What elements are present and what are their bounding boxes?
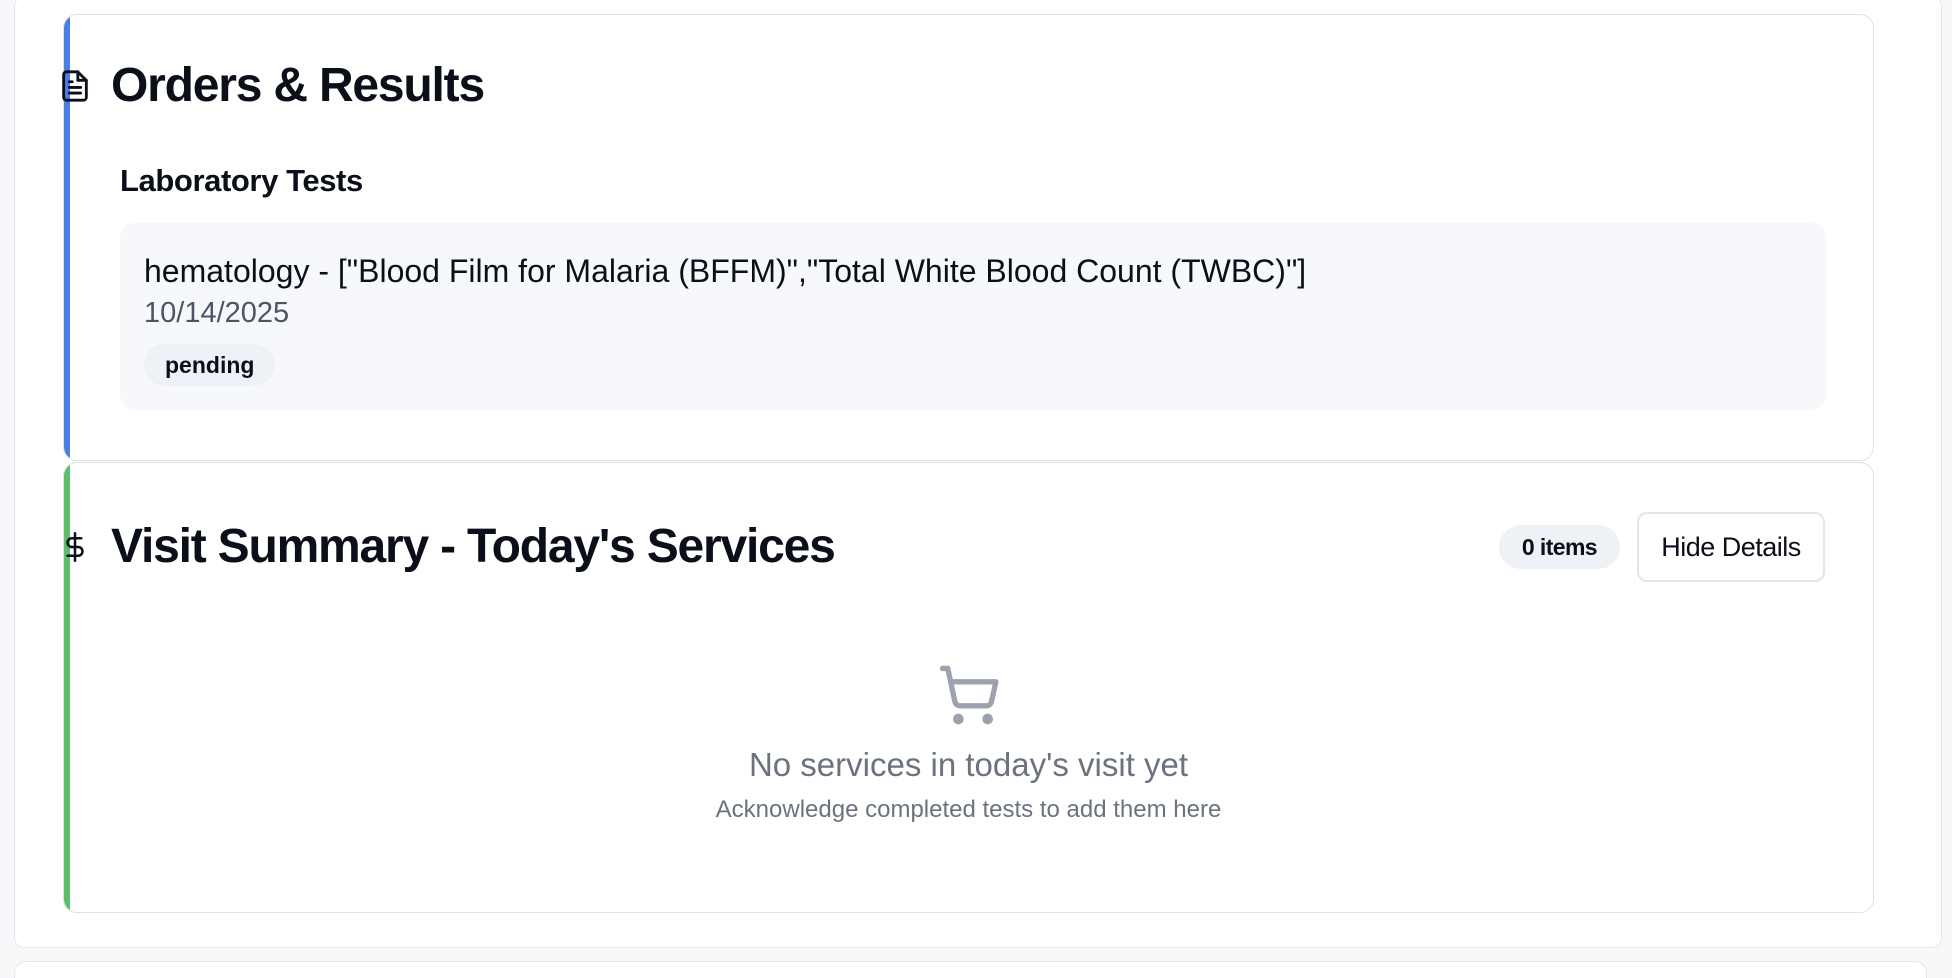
items-count-badge: 0 items (1498, 525, 1620, 569)
document-icon (57, 68, 93, 104)
visit-summary-title: Visit Summary - Today's Services (111, 520, 836, 573)
page: Orders & Results Laboratory Tests hemato… (0, 0, 1952, 978)
visit-summary-header: Visit Summary - Today's Services (57, 519, 836, 574)
empty-state-subtitle: Acknowledge completed tests to add them … (715, 796, 1222, 823)
next-card-edge (14, 961, 1927, 978)
laboratory-tests-heading: Laboratory Tests (120, 163, 363, 198)
dollar-icon (57, 529, 93, 565)
empty-state: No services in today's visit yet Acknowl… (64, 663, 1873, 824)
lab-test-title: hematology - ["Blood Film for Malaria (B… (144, 253, 1307, 289)
hide-details-button[interactable]: Hide Details (1637, 512, 1825, 582)
page-title: Orders & Results (111, 59, 485, 112)
status-badge: pending (144, 344, 276, 386)
cart-icon (937, 663, 1001, 727)
lab-test-item[interactable]: hematology - ["Blood Film for Malaria (B… (120, 223, 1826, 410)
orders-results-header: Orders & Results (57, 58, 485, 113)
empty-state-title: No services in today's visit yet (748, 746, 1189, 783)
lab-test-date: 10/14/2025 (144, 297, 290, 329)
visit-summary-actions: 0 items Hide Details (1498, 512, 1825, 582)
